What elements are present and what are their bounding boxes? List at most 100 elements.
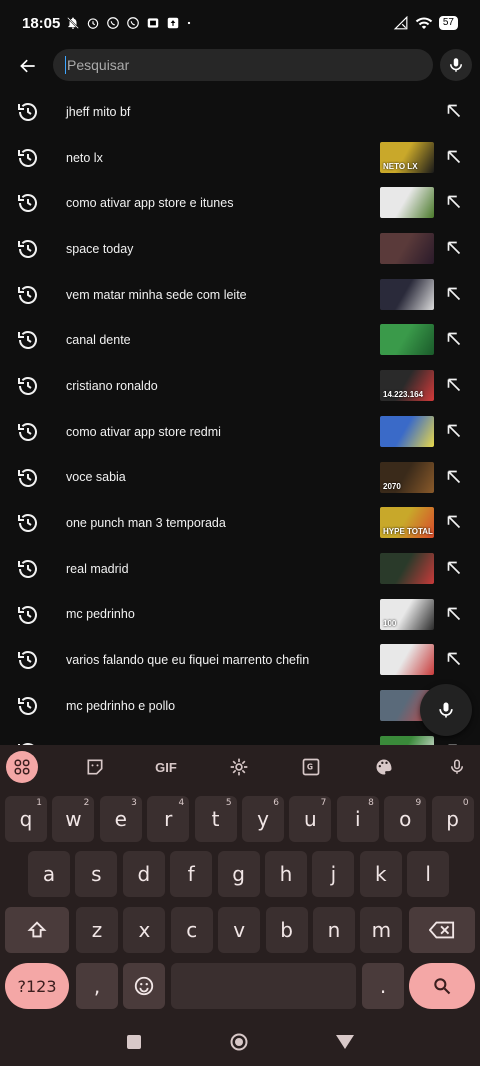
key-v[interactable]: v (218, 907, 261, 953)
key-o[interactable]: o9 (384, 796, 427, 842)
gear-icon (230, 758, 248, 776)
key-p-hint: 0 (462, 798, 469, 808)
home-button[interactable] (230, 1033, 248, 1051)
suggestion-row[interactable]: varios falando que eu fiquei marrento ch… (0, 637, 480, 683)
back-nav-button[interactable] (336, 1035, 354, 1049)
fill-query-arrow-icon[interactable] (443, 511, 465, 533)
history-icon (18, 651, 37, 670)
fill-query-arrow-icon[interactable] (443, 374, 465, 396)
fill-query-arrow-icon[interactable] (443, 648, 465, 670)
key-a[interactable]: a (28, 851, 70, 897)
fill-query-arrow-icon[interactable] (443, 603, 465, 625)
suggestion-row[interactable]: como ativar app store redmi (0, 409, 480, 455)
key-d[interactable]: d (122, 851, 165, 897)
microphone-icon (450, 58, 462, 72)
key-c[interactable]: c (170, 907, 213, 953)
back-button[interactable] (12, 50, 44, 82)
fill-query-arrow-icon[interactable] (443, 146, 465, 168)
key-l-label: l (425, 862, 431, 886)
fill-query-arrow-icon[interactable] (443, 466, 465, 488)
key-p[interactable]: p0 (431, 796, 474, 842)
suggestion-row[interactable]: real madrid (0, 546, 480, 592)
key-f[interactable]: f (170, 851, 213, 897)
suggestion-row[interactable]: neto lx NETO LX (0, 135, 480, 181)
key-d-label: d (137, 862, 151, 886)
symbols-key[interactable]: ?123 (5, 963, 69, 1009)
key-l[interactable]: l (407, 851, 450, 897)
whatsapp-icon-2 (127, 17, 140, 29)
suggestion-thumbnail (380, 233, 434, 265)
suggestion-row[interactable]: cristiano ronaldo 14.223.164 (0, 363, 480, 409)
history-icon (18, 240, 37, 259)
key-x[interactable]: x (123, 907, 166, 953)
suggestion-row[interactable]: voce sabia 2070 (0, 455, 480, 501)
floating-voice-button[interactable] (420, 684, 472, 736)
key-q[interactable]: q1 (5, 796, 47, 842)
space-key[interactable] (171, 963, 356, 1009)
wifi-icon (415, 17, 433, 29)
suggestion-thumbnail (380, 415, 434, 447)
settings-button[interactable] (223, 751, 255, 783)
key-z[interactable]: z (76, 907, 118, 953)
suggestion-row[interactable]: como ativar app store e itunes (0, 180, 480, 226)
key-r[interactable]: r4 (147, 796, 190, 842)
key-y[interactable]: y6 (242, 796, 284, 842)
voice-search-button[interactable] (440, 49, 472, 81)
search-input[interactable] (67, 57, 421, 73)
fill-query-arrow-icon[interactable] (443, 420, 465, 442)
upload-icon (168, 17, 179, 29)
key-k[interactable]: k (359, 851, 402, 897)
voice-input-button[interactable] (441, 751, 473, 783)
fill-query-arrow-icon[interactable] (443, 557, 465, 579)
backspace-key[interactable] (409, 907, 475, 953)
fill-query-arrow-icon[interactable] (443, 237, 465, 259)
key-t[interactable]: t5 (194, 796, 237, 842)
arrow-left-icon (20, 59, 35, 73)
suggestion-row[interactable]: vem matar minha sede com leite (0, 272, 480, 318)
key-b[interactable]: b (265, 907, 308, 953)
key-g[interactable]: g (217, 851, 260, 897)
comma-key[interactable]: , (76, 963, 118, 1009)
fill-query-arrow-icon[interactable] (443, 328, 465, 350)
key-m[interactable]: m (360, 907, 403, 953)
key-z-label: z (91, 918, 103, 942)
thumbnail-text: 100 (383, 618, 397, 628)
sticker-button[interactable] (79, 751, 111, 783)
emoji-icon (134, 976, 154, 996)
gif-button[interactable]: GIF (150, 751, 182, 783)
suggestion-row[interactable]: one punch man 3 temporada HYPE TOTAL (0, 500, 480, 546)
history-icon (18, 696, 37, 715)
suggestion-row[interactable]: jheff mito bf (0, 89, 480, 135)
shift-key[interactable] (5, 907, 69, 953)
translate-button[interactable]: G (295, 751, 327, 783)
key-e[interactable]: e3 (99, 796, 142, 842)
recents-button[interactable] (127, 1035, 141, 1049)
key-n[interactable]: n (313, 907, 355, 953)
key-s[interactable]: s (75, 851, 118, 897)
theme-button[interactable] (368, 751, 400, 783)
key-w[interactable]: w2 (52, 796, 95, 842)
search-key[interactable] (409, 963, 475, 1009)
suggestion-thumbnail (380, 644, 434, 676)
suggestion-row[interactable]: mc pedrinho e pollo (0, 683, 480, 729)
key-j[interactable]: j (312, 851, 355, 897)
key-u[interactable]: u7 (289, 796, 332, 842)
status-bar: 18:05 57 (0, 0, 480, 46)
suggestion-row[interactable]: mc pedrinho 100 (0, 592, 480, 638)
search-field[interactable] (53, 49, 433, 81)
key-i[interactable]: i8 (336, 796, 379, 842)
suggestion-thumbnail: NETO LX (380, 141, 434, 173)
search-bar (0, 46, 480, 86)
fill-query-arrow-icon[interactable] (443, 283, 465, 305)
suggestion-row[interactable]: canal dente (0, 317, 480, 363)
fill-query-arrow-icon[interactable] (443, 191, 465, 213)
suggestion-row[interactable] (0, 729, 480, 745)
period-key[interactable]: . (362, 963, 404, 1009)
suggestion-row[interactable]: space today (0, 226, 480, 272)
emoji-key[interactable] (123, 963, 165, 1009)
search-icon (434, 978, 451, 995)
apps-grid-button[interactable] (6, 751, 38, 783)
fill-query-arrow-icon[interactable] (443, 100, 465, 122)
key-h[interactable]: h (265, 851, 307, 897)
symbols-key-label: ?123 (17, 976, 57, 996)
